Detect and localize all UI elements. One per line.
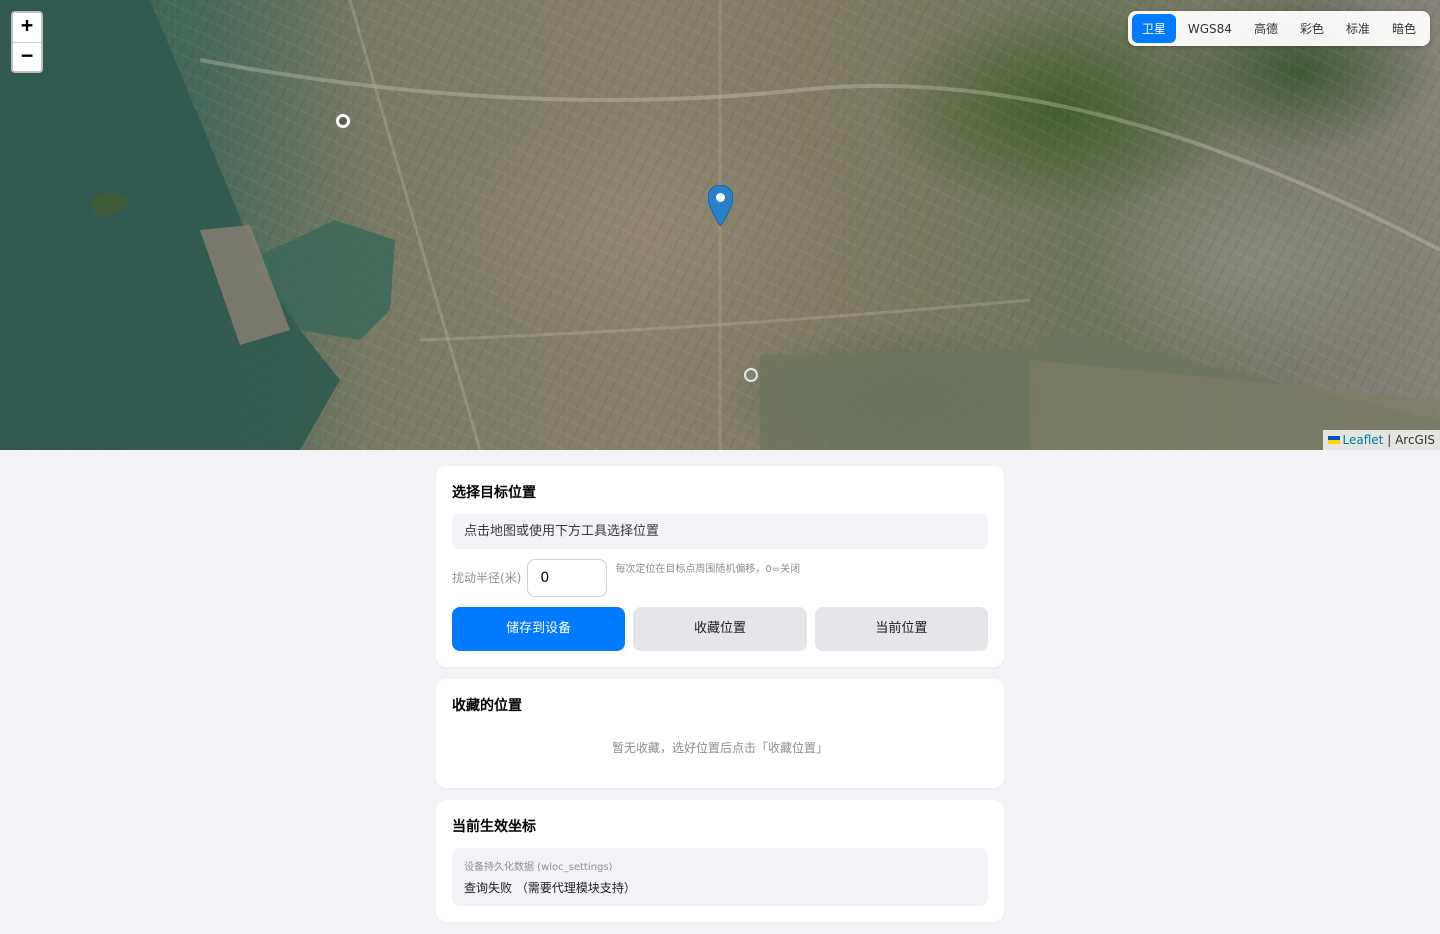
active-coords-card: 当前生效坐标 设备持久化数据 (wloc_settings) 查询失败 （需要代… (436, 800, 1004, 922)
zoom-control: + − (11, 11, 43, 73)
leaflet-link[interactable]: Leaflet (1343, 433, 1384, 447)
jitter-radius-input[interactable] (527, 559, 608, 597)
target-location-card: 选择目标位置 点击地图或使用下方工具选择位置 扰动半径(米) 每次定位在目标点周… (436, 466, 1004, 667)
favorites-title: 收藏的位置 (452, 698, 522, 714)
layer-switcher: 卫星 WGS84 高德 彩色 标准 暗色 (1127, 11, 1430, 46)
layer-button-satellite[interactable]: 卫星 (1131, 14, 1176, 43)
coords-box: 设备持久化数据 (wloc_settings) 查询失败 （需要代理模块支持） (452, 848, 988, 906)
favorites-empty-state: 暂无收藏，选好位置后点击「收藏位置」 (611, 741, 828, 755)
map-view[interactable]: + − 卫星 WGS84 高德 彩色 标准 暗色 Leaflet | ArcGI… (0, 0, 1440, 450)
layer-button-dark[interactable]: 暗色 (1382, 14, 1426, 43)
favorite-location-button[interactable]: 收藏位置 (633, 607, 807, 651)
map-attribution: Leaflet | ArcGIS (1322, 430, 1440, 450)
attribution-separator: | (1383, 433, 1396, 447)
jitter-hint: 每次定位在目标点周围随机偏移，0=关闭 (615, 564, 801, 575)
road (348, 0, 482, 450)
zoom-out-button[interactable]: − (13, 42, 41, 71)
selected-location-display: 点击地图或使用下方工具选择位置 (452, 514, 988, 549)
jitter-radius-label: 扰动半径(米) (452, 571, 522, 585)
current-location-button[interactable]: 当前位置 (814, 607, 988, 651)
zoom-in-button[interactable]: + (13, 13, 41, 42)
coords-source-label: 设备持久化数据 (wloc_settings) (464, 862, 613, 873)
jitter-row: 扰动半径(米) 每次定位在目标点周围随机偏移，0=关闭 (452, 559, 988, 597)
map-marker-icon[interactable] (708, 185, 733, 226)
target-location-title: 选择目标位置 (452, 485, 536, 501)
landmark-dot-icon (744, 368, 758, 382)
sea-area (0, 0, 340, 450)
highway (199, 58, 1440, 252)
coords-value: 查询失败 （需要代理模块支持） (464, 881, 636, 895)
active-coords-title: 当前生效坐标 (452, 819, 536, 835)
action-buttons: 储存到设备 收藏位置 当前位置 (452, 607, 988, 651)
attribution-provider: ArcGIS (1395, 433, 1435, 447)
layer-button-gaode[interactable]: 高德 (1244, 14, 1288, 43)
layer-button-wgs84[interactable]: WGS84 (1178, 16, 1242, 42)
layer-button-color[interactable]: 彩色 (1290, 14, 1334, 43)
control-panel: 选择目标位置 点击地图或使用下方工具选择位置 扰动半径(米) 每次定位在目标点周… (436, 466, 1004, 934)
favorites-card: 收藏的位置 暂无收藏，选好位置后点击「收藏位置」 (436, 679, 1004, 788)
layer-button-standard[interactable]: 标准 (1336, 14, 1380, 43)
road (419, 298, 1031, 342)
location-dot-icon[interactable] (336, 114, 350, 128)
save-to-device-button[interactable]: 储存到设备 (452, 607, 626, 651)
ukraine-flag-icon (1327, 436, 1340, 444)
